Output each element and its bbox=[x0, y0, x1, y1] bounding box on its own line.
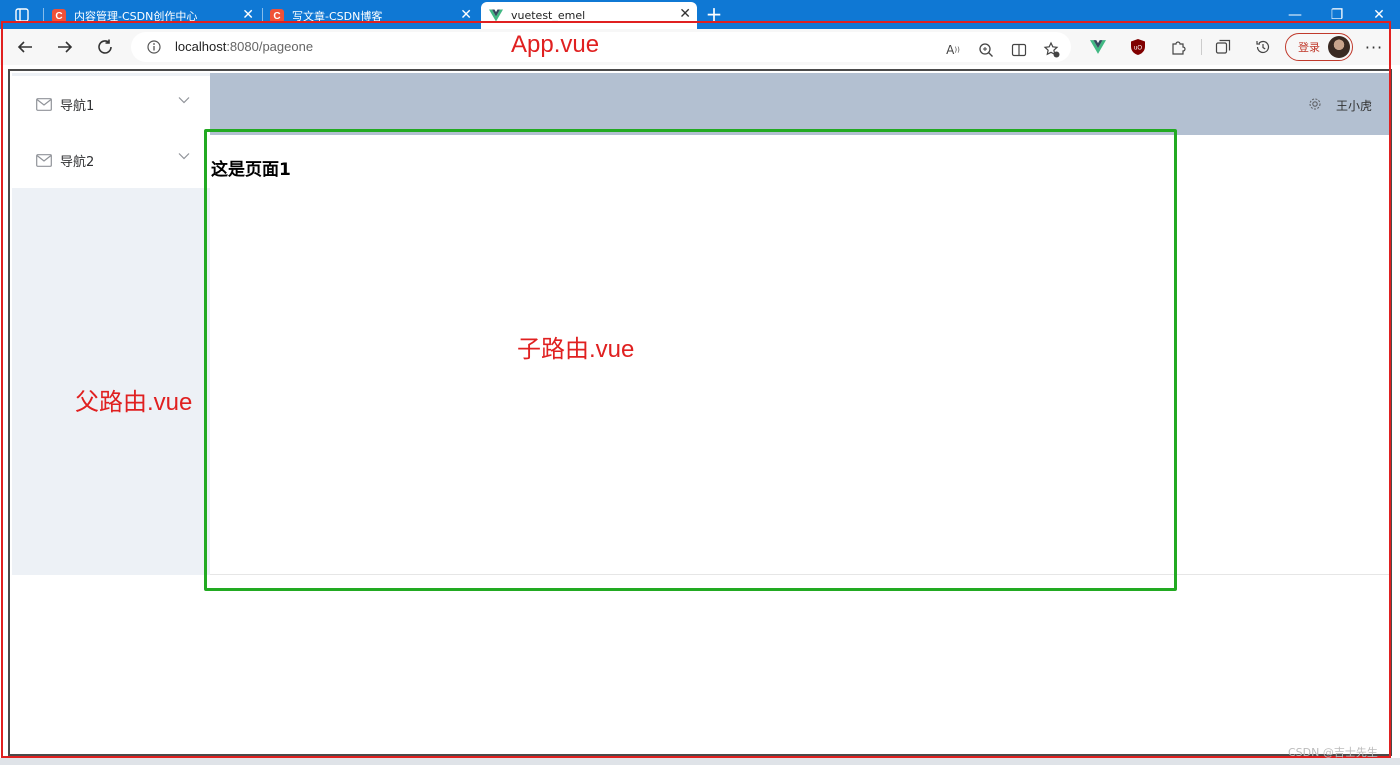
ublock-extension[interactable]: uO bbox=[1128, 37, 1148, 57]
sidebar-item-label: 导航1 bbox=[60, 98, 95, 114]
puzzle-icon bbox=[1172, 41, 1186, 55]
page-viewport: 导航1 导航2 王小虎 这是页面1 bbox=[8, 69, 1392, 756]
page-title: 这是页面1 bbox=[211, 160, 291, 180]
login-button[interactable]: 登录 bbox=[1285, 33, 1353, 61]
tab-csdn-content[interactable]: C 内容管理-CSDN创作中心 ✕ bbox=[46, 3, 260, 29]
close-icon[interactable]: ✕ bbox=[242, 7, 254, 23]
tab-separator bbox=[262, 8, 263, 22]
csdn-favicon-icon: C bbox=[52, 9, 66, 23]
star-add-icon bbox=[1043, 41, 1060, 58]
app-header: 王小虎 bbox=[210, 73, 1390, 135]
router-view: 这是页面1 bbox=[210, 135, 1390, 575]
username[interactable]: 王小虎 bbox=[1336, 97, 1372, 114]
tab-vuetest[interactable]: vuetest_emel ✕ bbox=[481, 2, 697, 29]
zoom-button[interactable] bbox=[976, 40, 996, 60]
tab-actions-button[interactable] bbox=[8, 5, 36, 25]
split-screen-icon bbox=[1011, 43, 1027, 57]
reload-button[interactable] bbox=[94, 36, 116, 58]
zoom-icon bbox=[979, 43, 993, 57]
close-window-button[interactable]: ✕ bbox=[1358, 0, 1400, 29]
collections-icon bbox=[1215, 39, 1231, 54]
refresh-icon bbox=[98, 39, 112, 54]
taskbar-strip bbox=[0, 758, 1400, 765]
csdn-favicon-icon: C bbox=[270, 9, 284, 23]
close-icon[interactable]: ✕ bbox=[679, 6, 691, 22]
arrow-left-icon bbox=[17, 41, 32, 53]
back-button[interactable] bbox=[14, 36, 36, 58]
watermark: CSDN @吉士先生 bbox=[1288, 746, 1378, 759]
collections-button[interactable] bbox=[1213, 37, 1233, 57]
sidebar-item-nav2[interactable]: 导航2 bbox=[12, 132, 210, 188]
chevron-down-icon bbox=[178, 153, 190, 160]
login-label: 登录 bbox=[1298, 41, 1320, 54]
history-button[interactable] bbox=[1253, 37, 1273, 57]
browser-toolbar: localhost:8080/pageone A)) uO 登录 ··· bbox=[0, 29, 1400, 65]
avatar bbox=[1328, 36, 1350, 58]
split-screen-button[interactable] bbox=[1009, 40, 1029, 60]
sidebar-item-nav1[interactable]: 导航1 bbox=[12, 76, 210, 132]
vue-devtools-extension[interactable] bbox=[1088, 37, 1108, 57]
extensions-button[interactable] bbox=[1168, 37, 1188, 57]
url-path: :8080/pageone bbox=[226, 39, 314, 54]
url-text[interactable]: localhost:8080/pageone bbox=[175, 39, 313, 54]
envelope-icon bbox=[36, 152, 52, 168]
restore-button[interactable]: ❐ bbox=[1316, 0, 1358, 29]
forward-button[interactable] bbox=[54, 36, 76, 58]
url-host: localhost bbox=[175, 39, 227, 54]
info-icon[interactable] bbox=[147, 40, 161, 54]
vue-logo-icon bbox=[489, 9, 503, 22]
favorites-button[interactable] bbox=[1042, 40, 1062, 60]
sidebar-item-label: 导航2 bbox=[60, 154, 95, 170]
ublock-shield-icon: uO bbox=[1131, 39, 1145, 55]
tab-strip: C 内容管理-CSDN创作中心 ✕ C 写文章-CSDN博客 ✕ vuetest… bbox=[0, 0, 1400, 29]
chevron-down-icon bbox=[178, 97, 190, 104]
tab-actions-icon bbox=[15, 8, 29, 22]
tab-separator bbox=[43, 8, 44, 22]
app-vue-label: App.vue bbox=[511, 31, 600, 58]
more-menu-icon[interactable]: ··· bbox=[1364, 37, 1384, 57]
gear-icon[interactable] bbox=[1308, 97, 1322, 111]
tab-title: 内容管理-CSDN创作中心 bbox=[74, 10, 198, 23]
new-tab-button[interactable]: + bbox=[703, 3, 725, 25]
sidebar: 导航1 导航2 bbox=[12, 73, 210, 575]
minimize-button[interactable]: — bbox=[1274, 0, 1316, 29]
read-aloud-icon[interactable]: A)) bbox=[943, 40, 963, 60]
toolbar-separator bbox=[1201, 39, 1202, 55]
vue-devtools-icon bbox=[1090, 40, 1106, 54]
tab-title: vuetest_emel bbox=[511, 9, 586, 22]
tab-csdn-write[interactable]: C 写文章-CSDN博客 ✕ bbox=[264, 3, 478, 29]
history-icon bbox=[1256, 40, 1270, 54]
parent-route-label: 父路由.vue bbox=[75, 389, 193, 416]
close-icon[interactable]: ✕ bbox=[460, 7, 472, 23]
svg-text:uO: uO bbox=[1134, 46, 1142, 52]
envelope-icon bbox=[36, 96, 52, 112]
address-bar[interactable]: localhost:8080/pageone A)) bbox=[131, 32, 1071, 62]
tab-title: 写文章-CSDN博客 bbox=[292, 10, 383, 23]
arrow-right-icon bbox=[58, 41, 73, 53]
child-route-label: 子路由.vue bbox=[517, 336, 635, 363]
